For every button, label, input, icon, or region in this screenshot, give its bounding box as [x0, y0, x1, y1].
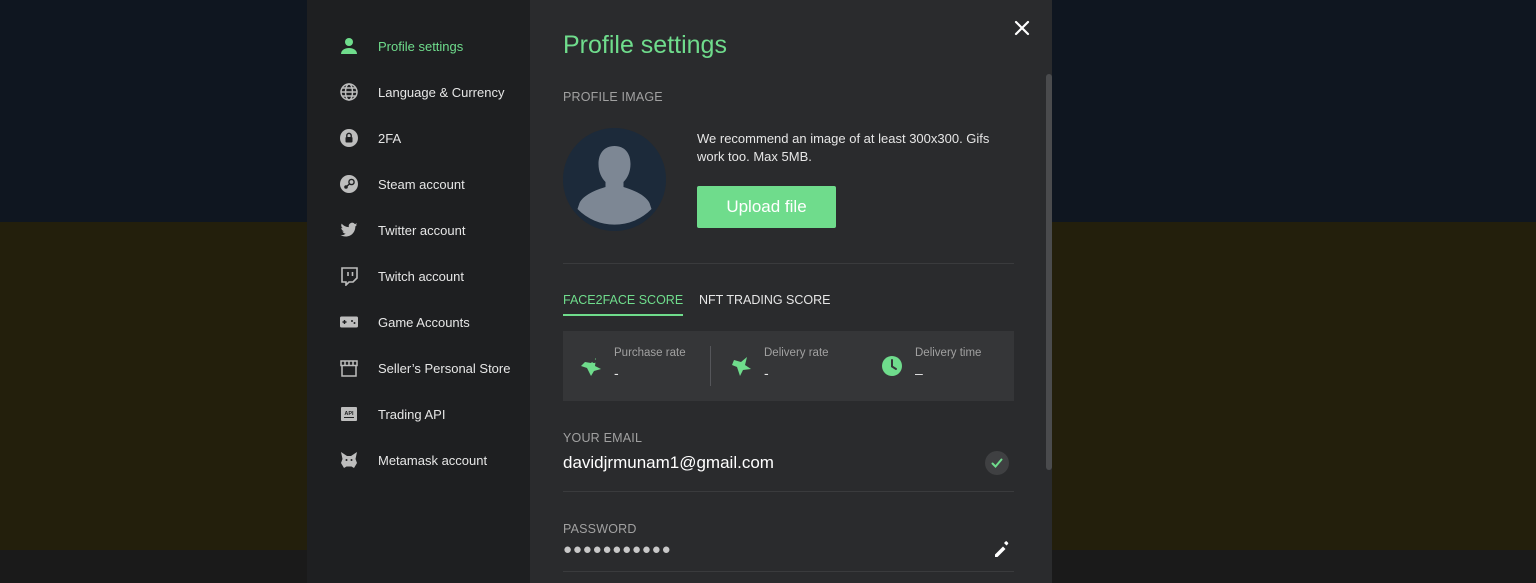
sidebar-item-label: Trading API: [378, 406, 446, 422]
profile-image-label: PROFILE IMAGE: [563, 90, 663, 104]
close-icon: [1014, 20, 1030, 36]
sidebar-item-label: Profile settings: [378, 38, 464, 54]
score-value: –: [915, 365, 923, 381]
sidebar-item-sellers-personal-store[interactable]: Seller’s Personal Store: [307, 345, 530, 391]
score-delivery-rate: Delivery rate -: [728, 345, 829, 381]
pencil-icon: [995, 541, 1009, 557]
section-divider: [563, 571, 1014, 572]
sidebar-item-label: Game Accounts: [378, 314, 470, 330]
score-value: -: [764, 365, 769, 381]
score-panel: Purchase rate - Delivery rate - Delivery…: [563, 331, 1014, 401]
store-icon: [339, 358, 359, 378]
score-title: Delivery time: [915, 347, 982, 359]
delivery-rate-icon: [732, 357, 751, 376]
password-label: PASSWORD: [563, 522, 637, 536]
email-value: davidjrmunam1@gmail.com: [563, 453, 774, 472]
upload-file-button[interactable]: Upload file: [697, 186, 836, 228]
score-purchase-rate: Purchase rate -: [578, 345, 686, 381]
score-title: Delivery rate: [764, 347, 829, 359]
sidebar-item-label: Seller’s Personal Store: [378, 360, 511, 376]
profile-settings-panel: [530, 0, 1052, 583]
sidebar-item-profile-settings[interactable]: Profile settings: [307, 23, 530, 69]
score-title: Purchase rate: [614, 347, 686, 359]
clock-icon: [882, 356, 902, 376]
sidebar-item-steam-account[interactable]: Steam account: [307, 161, 530, 207]
password-value: ●●●●●●●●●●●: [563, 541, 672, 558]
tab-nft-trading-score[interactable]: NFT TRADING SCORE: [699, 293, 831, 314]
email-verified-badge: [985, 451, 1009, 475]
score-value: -: [614, 365, 619, 381]
sidebar-item-label: Twitter account: [378, 222, 466, 238]
gamepad-icon: [339, 312, 359, 332]
purchase-rate-icon: [581, 358, 601, 376]
sidebar-item-twitter-account[interactable]: Twitter account: [307, 207, 530, 253]
sidebar-item-language-currency[interactable]: Language & Currency: [307, 69, 530, 115]
settings-modal: Profile settings Language & Currency 2FA…: [307, 0, 1052, 583]
score-separator: [710, 346, 711, 386]
steam-icon: [339, 174, 359, 194]
edit-password-button[interactable]: [990, 538, 1014, 562]
sidebar-item-2fa[interactable]: 2FA: [307, 115, 530, 161]
image-recommendation-text: We recommend an image of at least 300x30…: [697, 131, 990, 164]
user-icon: [339, 36, 359, 56]
sidebar-item-metamask-account[interactable]: Metamask account: [307, 437, 530, 483]
page-title: Profile settings: [563, 31, 727, 59]
score-delivery-time: Delivery time –: [879, 345, 981, 381]
scrollbar-thumb[interactable]: [1046, 74, 1052, 470]
lock-icon: [339, 128, 359, 148]
sidebar-item-label: 2FA: [378, 130, 402, 146]
sidebar-item-label: Language & Currency: [378, 84, 505, 100]
avatar-placeholder-icon: [563, 128, 666, 231]
tab-face2face-score[interactable]: FACE2FACE SCORE: [563, 293, 684, 316]
section-divider: [563, 263, 1014, 264]
close-button[interactable]: [1010, 16, 1034, 40]
email-label: YOUR EMAIL: [563, 431, 643, 445]
sidebar-item-label: Steam account: [378, 176, 465, 192]
svg-text:API: API: [344, 411, 354, 417]
twitter-icon: [339, 220, 359, 240]
sidebar-item-game-accounts[interactable]: Game Accounts: [307, 299, 530, 345]
twitch-icon: [339, 266, 359, 286]
api-icon: API: [339, 404, 359, 424]
sidebar-item-label: Twitch account: [378, 268, 464, 284]
sidebar-item-twitch-account[interactable]: Twitch account: [307, 253, 530, 299]
fox-icon: [339, 450, 359, 470]
avatar[interactable]: [563, 128, 666, 231]
check-icon: [991, 458, 1003, 468]
settings-sidebar: Profile settings Language & Currency 2FA…: [307, 0, 530, 583]
sidebar-item-trading-api[interactable]: API Trading API: [307, 391, 530, 437]
section-divider: [563, 491, 1014, 492]
globe-icon: [339, 82, 359, 102]
sidebar-item-label: Metamask account: [378, 452, 488, 468]
